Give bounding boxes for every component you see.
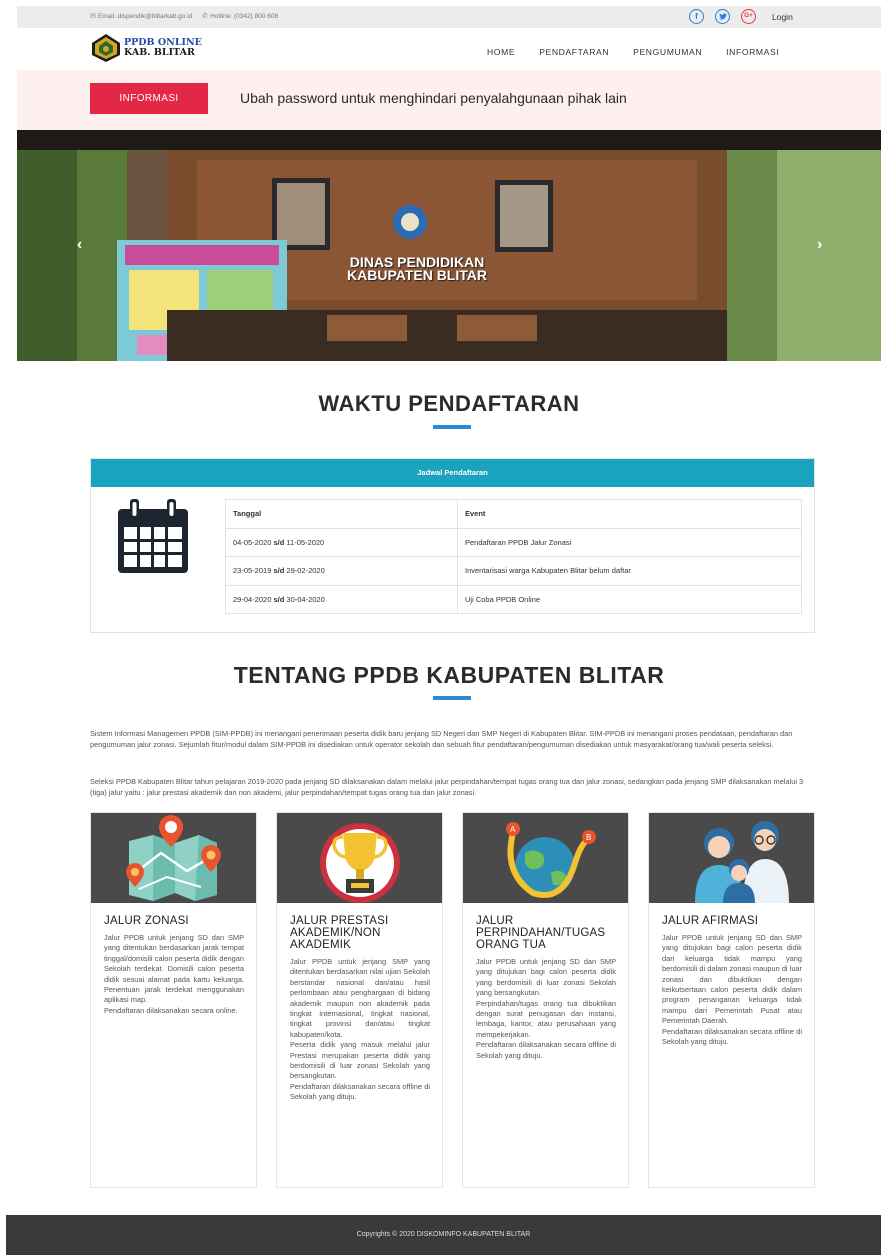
card-paragraph: Pendaftaran dilaksanakan secara online. [104,1005,238,1015]
login-link[interactable]: Login [772,12,793,22]
schedule-panel-header: Jadwal Pendaftaran [91,459,814,487]
emblem-icon [91,33,121,63]
facebook-icon[interactable]: f [689,9,704,24]
nav-home[interactable]: HOME [487,47,515,57]
date-cell: 29-04-2020 s/d 30-04-2020 [225,584,458,614]
table-row: 29-04-2020 s/d 30-04-2020 Uji Coba PPDB … [225,584,802,614]
about-section-title: TENTANG PPDB KABUPATEN BLITAR [233,662,665,688]
hero-slider: ‹ › DINAS PENDIDIKAN KABUPATEN BLITAR [17,130,881,361]
card-paragraph: Perpindahan/tugas orang tua dibuktikan d… [476,998,616,1039]
card-paragraph: Peserta didik yang masuk melalui jalur P… [290,1040,430,1081]
column-header-event: Event [457,499,802,529]
email-info: ✉ Email: dispendik@blitarkab.go.id [90,12,192,20]
nav-informasi[interactable]: INFORMASI [726,47,779,57]
event-cell: Pendaftaran PPDB Jalur Zonasi [457,527,802,557]
card-title: JALUR AFIRMASI [662,915,759,927]
card-paragraph: Pendaftaran dilaksanakan secara offline … [662,1026,802,1047]
svg-text:A: A [510,825,516,834]
calendar-icon [114,497,192,577]
footer-copyright: Copyrights © 2020 DISKOMINFO KABUPATEN B… [6,1215,881,1255]
card-text: Jalur PPDB untuk jenjang SD dan SMP yang… [662,933,802,1047]
about-paragraph-1: Sistem Informasi Managemen PPDB (SIM-PPD… [90,729,793,749]
info-bar: INFORMASI Ubah password untuk menghindar… [17,70,881,130]
schedule-panel: Jadwal Pendaftaran Tanggal Event 04-05-2… [90,458,815,633]
event-cell: Inventarisasi warga Kabupaten Blitar bel… [457,556,802,586]
hero-caption-line2: KABUPATEN BLITAR [347,267,487,283]
globe-route-icon: A B [463,813,628,903]
mail-icon: ✉ [90,13,96,20]
table-header-row: Tanggal Event [225,499,802,529]
card-jalur-perpindahan: A B JALUR PERPINDAHAN/TUGAS ORANG TUA Ja… [462,812,629,1188]
card-jalur-prestasi: JALUR PRESTASI AKADEMIK/NON AKADEMIK Jal… [276,812,443,1188]
hero-image [17,130,881,361]
svg-text:B: B [586,833,591,842]
navbar: PPDB ONLINE KAB. BLITAR HOME PENDAFTARAN… [17,28,881,70]
card-text: Jalur PPDB untuk jenjang SD dan SMP yang… [104,933,244,1016]
phone-icon: ✆ [202,13,209,20]
card-title: JALUR ZONASI [104,915,189,927]
social-links: f G+ Login [689,9,793,24]
about-paragraph-2: Seleksi PPDB Kabupaten Blitar tahun pela… [90,777,804,797]
google-plus-icon[interactable]: G+ [741,9,756,24]
card-text: Jalur PPDB untuk jenjang SD dan SMP yang… [476,957,616,1061]
slider-prev-icon[interactable]: ‹ [77,236,82,254]
card-paragraph: Jalur PPDB untuk jenjang SD dan SMP yang… [104,933,244,1005]
brand-line2: KAB. BLITAR [124,47,195,58]
top-bar: ✉ Email: dispendik@blitarkab.go.id ✆ Hotli… [17,6,881,28]
slider-next-icon[interactable]: › [817,236,822,254]
card-title: JALUR PRESTASI AKADEMIK/NON AKADEMIK [290,915,389,951]
email-text: Email: dispendik@blitarkab.go.id [97,13,193,20]
date-cell: 23-05-2019 s/d 29-02-2020 [225,556,458,586]
card-paragraph: Jalur PPDB untuk jenjang SD dan SMP yang… [476,957,616,998]
event-cell: Uji Coba PPDB Online [457,584,802,614]
info-message: Ubah password untuk menghindari penyalah… [240,90,627,106]
map-pin-icon [91,813,256,903]
table-row: 23-05-2019 s/d 29-02-2020 Inventarisasi … [225,556,802,586]
about-title-underline [433,696,471,700]
card-jalur-afirmasi: JALUR AFIRMASI Jalur PPDB untuk jenjang … [648,812,815,1188]
hero-caption: DINAS PENDIDIKAN KABUPATEN BLITAR [317,255,517,283]
schedule-table: Tanggal Event 04-05-2020 s/d 11-05-2020 … [225,499,802,614]
card-text: Jalur PPDB untuk jenjang SMP yang ditent… [290,957,430,1103]
card-jalur-zonasi: JALUR ZONASI Jalur PPDB untuk jenjang SD… [90,812,257,1188]
info-badge: INFORMASI [90,83,208,114]
schedule-section-title: WAKTU PENDAFTARAN [318,391,580,416]
hotline-info: ✆ Hotline: (0342) 800 608 [202,12,278,20]
card-paragraph: Pendaftaran dilaksanakan secara offline … [290,1081,430,1102]
contact-info: ✉ Email: dispendik@blitarkab.go.id ✆ Hotli… [90,12,278,20]
card-title: JALUR PERPINDAHAN/TUGAS ORANG TUA [476,915,606,951]
table-row: 04-05-2020 s/d 11-05-2020 Pendaftaran PP… [225,527,802,557]
schedule-title-underline [433,425,471,429]
date-cell: 04-05-2020 s/d 11-05-2020 [225,527,458,557]
hotline-text: Hotline: (0342) 800 608 [210,13,279,20]
card-paragraph: Jalur PPDB untuk jenjang SMP yang ditent… [290,957,430,1039]
main-menu: HOME PENDAFTARAN PENGUMUMAN INFORMASI [487,47,779,57]
card-paragraph: Jalur PPDB untuk jenjang SD dan SMP yang… [662,933,802,1026]
twitter-icon[interactable] [715,9,730,24]
site-logo[interactable]: PPDB ONLINE KAB. BLITAR [91,33,202,63]
nav-pendaftaran[interactable]: PENDAFTARAN [539,47,609,57]
trophy-icon [277,813,442,903]
nav-pengumuman[interactable]: PENGUMUMAN [633,47,702,57]
family-icon [649,813,814,903]
column-header-tanggal: Tanggal [225,499,458,529]
card-paragraph: Pendaftaran dilaksanakan secara offline … [476,1040,616,1060]
